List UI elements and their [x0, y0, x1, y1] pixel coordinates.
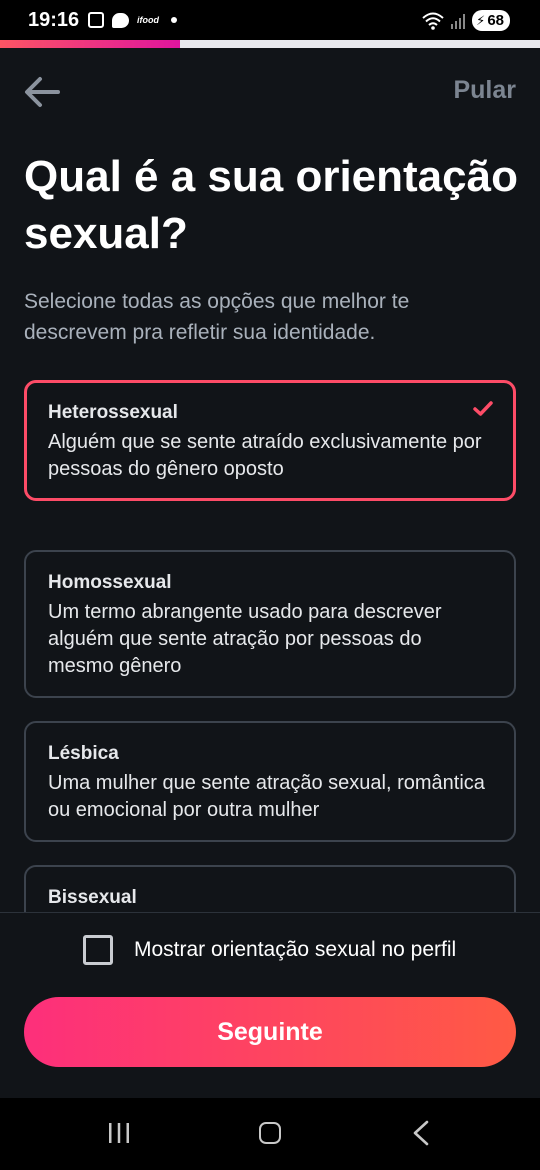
- ifood-icon: ifood: [137, 15, 159, 25]
- battery-indicator: ⚡ 68: [472, 10, 510, 31]
- check-icon: [473, 401, 493, 416]
- wifi-icon: [422, 12, 444, 30]
- recents-icon[interactable]: [107, 1122, 131, 1144]
- option-description: Uma mulher que sente atração sexual, rom…: [48, 772, 485, 821]
- show-on-profile-label[interactable]: Mostrar orientação sexual no perfil: [134, 936, 456, 964]
- charging-icon: ⚡: [476, 12, 486, 28]
- screenshot-icon: [88, 12, 104, 28]
- option-title: Bissexual: [48, 887, 137, 908]
- status-time: 19:16: [28, 9, 80, 31]
- orientation-options-list[interactable]: Heterossexual Alguém que se sente atraíd…: [0, 378, 540, 912]
- onboarding-progress: [0, 40, 540, 48]
- nav-back-icon[interactable]: [412, 1120, 430, 1146]
- option-title: Lésbica: [48, 743, 119, 764]
- signal-icon: [451, 13, 466, 29]
- option-description: Alguém que se sente atraído exclusivamen…: [48, 431, 482, 480]
- next-button[interactable]: Seguinte: [24, 997, 516, 1067]
- notification-icons: ifood: [88, 11, 177, 29]
- option-homossexual[interactable]: Homossexual Um termo abrangente usado pa…: [24, 550, 516, 698]
- back-button[interactable]: [20, 70, 64, 114]
- progress-fill: [0, 40, 180, 48]
- battery-level: 68: [487, 12, 504, 29]
- option-title: Homossexual: [48, 572, 172, 593]
- message-icon: [112, 12, 129, 28]
- option-description: Um termo abrangente usado para descrever…: [48, 601, 442, 677]
- skip-button[interactable]: Pular: [453, 76, 516, 105]
- back-arrow-icon: [25, 77, 60, 107]
- more-notifications-icon: [171, 17, 177, 23]
- option-lesbica[interactable]: Lésbica Uma mulher que sente atração sex…: [24, 721, 516, 842]
- option-title: Heterossexual: [48, 402, 178, 423]
- page-subtitle: Selecione todas as opções que melhor te …: [24, 290, 410, 344]
- home-icon[interactable]: [259, 1122, 281, 1144]
- option-heterossexual[interactable]: Heterossexual Alguém que se sente atraíd…: [24, 380, 516, 501]
- footer-divider: [0, 912, 540, 913]
- show-on-profile-checkbox[interactable]: [83, 935, 113, 965]
- status-bar: 19:16 ifood ⚡ 68: [0, 0, 540, 40]
- system-nav-bar: [0, 1098, 540, 1170]
- page-title: Qual é a sua orientação sexual?: [24, 152, 518, 258]
- system-icons: ⚡ 68: [422, 10, 510, 31]
- option-bissexual[interactable]: Bissexual: [24, 865, 516, 912]
